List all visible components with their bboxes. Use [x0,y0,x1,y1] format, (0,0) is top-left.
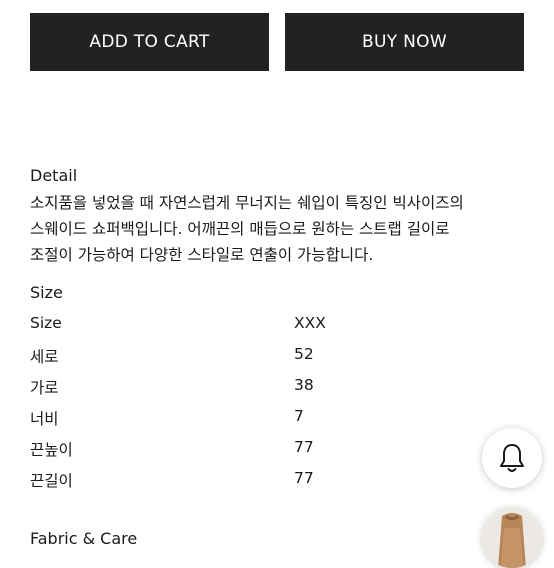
size-row: 가로 38 [30,376,360,400]
fabric-care-heading: Fabric & Care [30,529,138,548]
size-row-label: 끈높이 [30,441,73,459]
size-row-value: 52 [294,345,314,363]
notification-button[interactable] [482,428,542,488]
size-row-label: 너비 [30,410,59,428]
add-to-cart-button[interactable]: ADD TO CART [30,13,269,71]
detail-description: 소지품을 넣었을 때 자연스럽게 무너지는 쉐입이 특징인 빅사이즈의 스웨이드… [30,190,530,268]
bell-icon [500,444,524,472]
detail-line: 스웨이드 쇼퍼백입니다. 어깨끈의 매듭으로 원하는 스트랩 길이로 [30,220,450,238]
size-row-value: 77 [294,469,314,487]
detail-line: 소지품을 넣었을 때 자연스럽게 무너지는 쉐입이 특징인 빅사이즈의 [30,194,464,212]
detail-heading: Detail [30,166,78,185]
buy-now-button[interactable]: BUY NOW [285,13,524,71]
size-row: 세로 52 [30,345,360,369]
product-thumbnail-button[interactable] [482,508,542,568]
size-row: 너비 7 [30,407,360,431]
size-row-value: 7 [294,407,304,425]
detail-line: 조절이 가능하여 다양한 스타일로 연출이 가능합니다. [30,246,374,264]
size-row-label: 세로 [30,348,59,366]
size-row-label: 끈길이 [30,472,73,490]
size-row-value: 38 [294,376,314,394]
bag-thumbnail [482,508,542,568]
size-row-label: Size [30,314,62,332]
size-row-label: 가로 [30,379,59,397]
size-row: 끈길이 77 [30,469,360,493]
size-heading: Size [30,283,63,302]
size-row-value: 77 [294,438,314,456]
size-row: Size XXX [30,314,360,338]
size-row: 끈높이 77 [30,438,360,462]
size-row-value: XXX [294,314,326,332]
